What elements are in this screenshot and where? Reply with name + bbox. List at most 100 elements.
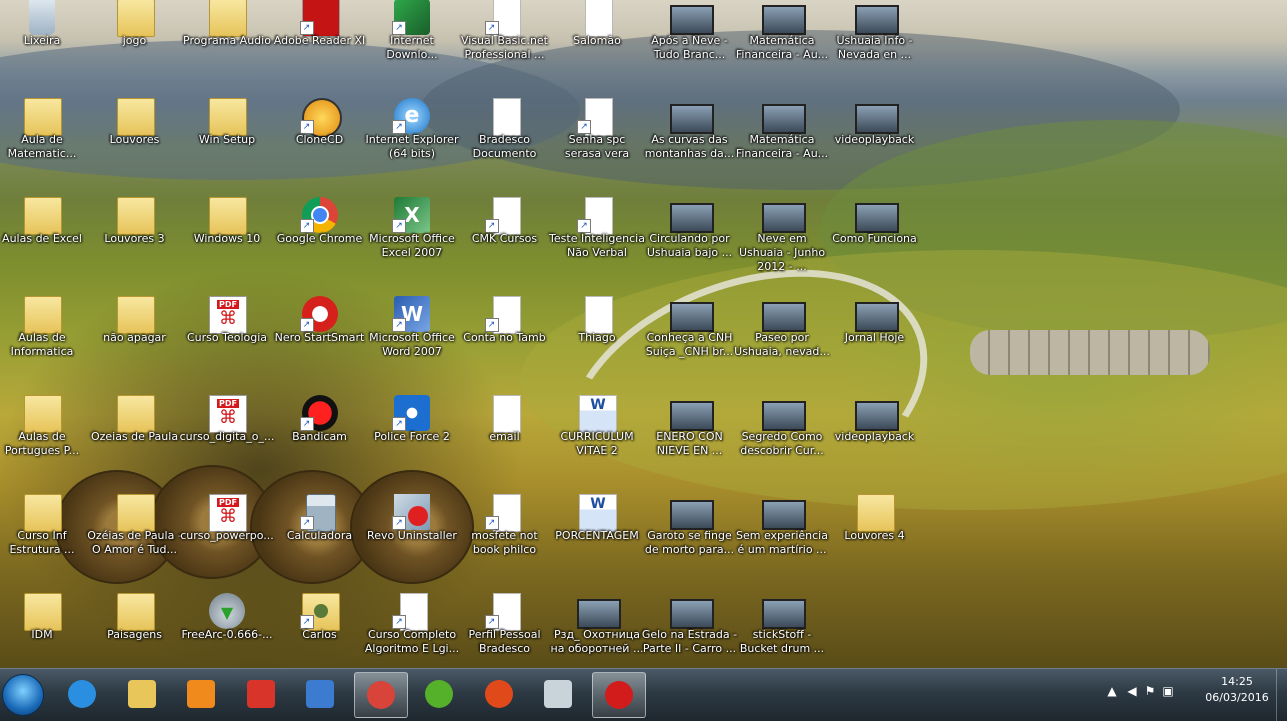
desktop-icon[interactable]: Jornal Hoje <box>827 294 923 390</box>
desktop-icon[interactable]: videoplayback <box>827 393 923 489</box>
folder-icon <box>127 680 156 708</box>
desktop-icon[interactable]: Ushuaia Info - Nevada en ... <box>827 0 923 93</box>
desktop-icon[interactable]: W ↗ Microsoft Office Word 2007 <box>364 294 460 390</box>
desktop-icon[interactable]: W PORCENTAGEM <box>549 492 645 588</box>
desktop-icon[interactable]: Garoto se finge de morto para... <box>642 492 738 588</box>
desktop-icon[interactable]: Lixeira <box>0 0 90 93</box>
taskbar-app[interactable] <box>294 672 346 716</box>
desktop-icon[interactable]: ↗ Nero StartSmart <box>272 294 368 390</box>
desktop-icon[interactable]: Windows 10 <box>179 195 275 291</box>
desktop-icon[interactable]: ↗ Internet Downlo... <box>364 0 460 93</box>
desktop-icon-label: Carlos <box>302 628 337 641</box>
desktop-icon[interactable]: Aulas de Informatica <box>0 294 90 390</box>
desktop-icon[interactable]: email <box>457 393 553 489</box>
desktop-icon[interactable]: Thiago <box>549 294 645 390</box>
desktop-icon[interactable]: jogo <box>87 0 183 93</box>
clock-time[interactable]: 14:25 <box>1197 675 1277 688</box>
desktop-icon[interactable]: PDF ⌘ curso_digita_o_... <box>179 393 275 489</box>
desktop-icon[interactable]: As curvas das montanhas da... <box>642 96 738 192</box>
desktop-icon[interactable]: stickStoff - Bucket drum ... <box>734 591 830 668</box>
taskbar-ccleaner[interactable] <box>235 672 287 716</box>
desktop-icon[interactable]: Gelo na Estrada - Parte II - Carro ... <box>642 591 738 668</box>
taskbar-bandicam[interactable] <box>591 672 646 718</box>
desktop-icon-label: Calculadora <box>286 529 353 542</box>
desktop-icon[interactable]: Рзд_ Охотница на оборотней ... <box>549 591 645 668</box>
desktop-icon[interactable]: Paisagens <box>87 591 183 668</box>
desktop-icon[interactable]: videoplayback <box>827 96 923 192</box>
desktop-icon[interactable]: ↗ Police Force 2 <box>364 393 460 489</box>
taskbar-media-player[interactable] <box>175 672 227 716</box>
desktop-icon-label: Windows 10 <box>193 232 261 245</box>
desktop-icon[interactable]: Aulas de Portugues P... <box>0 393 90 489</box>
shortcut-arrow-icon: ↗ <box>299 417 314 431</box>
desktop-icon[interactable]: Sem experiência é um martírio ... <box>734 492 830 588</box>
action-center-flag-icon[interactable]: ⚑ <box>1143 684 1157 698</box>
desktop-icon-label: Microsoft Office Excel 2007 <box>369 232 455 259</box>
video-icon <box>669 5 714 35</box>
document-icon <box>585 0 613 37</box>
desktop-icon[interactable]: Paseo por Ushuaia, nevad... <box>734 294 830 390</box>
taskbar-chrome[interactable] <box>353 672 408 718</box>
desktop-icon[interactable]: ↗ Adobe Reader XI <box>272 0 368 93</box>
folder-icon <box>116 197 155 235</box>
desktop-icon[interactable]: Neve em Ushuaia - Junho 2012 - ... <box>734 195 830 291</box>
clock-date[interactable]: 06/03/2016 <box>1197 691 1277 704</box>
desktop-icon[interactable]: Bradesco Documento <box>457 96 553 192</box>
desktop-icon-label: Visual Basic.net Professional ... <box>460 34 548 61</box>
desktop-icon[interactable]: Curso Inf Estrutura ... <box>0 492 90 588</box>
windows-start-icon[interactable] <box>2 674 44 716</box>
desktop-icon[interactable]: Programa Audio <box>179 0 275 93</box>
desktop-icon[interactable]: ↗ Calculadora <box>272 492 368 588</box>
desktop-icon[interactable]: ▼ FreeArc-0.666-... <box>179 591 275 668</box>
desktop-icon[interactable]: Segredo Como descobrir Cur... <box>734 393 830 489</box>
volume-icon[interactable]: ◀ <box>1125 684 1139 698</box>
desktop-icon[interactable]: Ozeias de Paula <box>87 393 183 489</box>
desktop-icon[interactable]: ↗ Teste Inteligencia Não Verbal <box>549 195 645 291</box>
desktop-icon[interactable]: W CURRICULUM VITAE 2 <box>549 393 645 489</box>
desktop-icon[interactable]: Conheça a CNH Suiça _CNH br... <box>642 294 738 390</box>
show-hidden-icons-icon[interactable]: ▲ <box>1105 684 1119 698</box>
desktop-icon[interactable]: ↗ Conta no Tamb <box>457 294 553 390</box>
desktop-icon[interactable]: ↗ Bandicam <box>272 393 368 489</box>
taskbar-truck-app[interactable] <box>532 672 584 716</box>
desktop-icon[interactable]: PDF ⌘ curso_powerpo... <box>179 492 275 588</box>
desktop-icon[interactable]: Aulas de Excel <box>0 195 90 291</box>
desktop-icon[interactable]: ↗ Google Chrome <box>272 195 368 291</box>
taskbar-file-explorer[interactable] <box>116 672 168 716</box>
desktop-icon[interactable]: ↗ CloneCD <box>272 96 368 192</box>
desktop-icon[interactable]: ↗ Perfil Pessoal Bradesco <box>457 591 553 668</box>
taskbar-internet-explorer[interactable] <box>56 672 108 716</box>
desktop-icon-label: Louvores <box>109 133 160 146</box>
desktop-icon[interactable]: Matemática Financeira - Au... <box>734 0 830 93</box>
desktop-icon[interactable]: X ↗ Microsoft Office Excel 2007 <box>364 195 460 291</box>
desktop-icon[interactable]: Após a Neve - Tudo Branc... <box>642 0 738 93</box>
desktop-icon[interactable]: ↗ Curso Completo Algoritmo E Lgi... <box>364 591 460 668</box>
folder-icon <box>24 593 62 631</box>
desktop-icon[interactable]: PDF ⌘ Curso Teologia <box>179 294 275 390</box>
show-desktop-button[interactable] <box>1276 669 1287 721</box>
desktop-icon[interactable]: ENERO CON NIEVE EN ... <box>642 393 738 489</box>
desktop-icon[interactable]: Aula de Matematic... <box>0 96 90 192</box>
taskbar-flash-app[interactable] <box>473 672 525 716</box>
desktop-icon[interactable]: não apagar <box>87 294 183 390</box>
pdf-icon: PDF ⌘ <box>209 395 247 433</box>
desktop-icon[interactable]: ↗ Carlos <box>272 591 368 668</box>
desktop-icon[interactable]: e ↗ Internet Explorer (64 bits) <box>364 96 460 192</box>
desktop-icon[interactable]: Como Funciona <box>827 195 923 291</box>
network-icon[interactable]: ▣ <box>1161 684 1175 698</box>
desktop-icon[interactable]: IDM <box>0 591 90 668</box>
desktop-icon[interactable]: Circulando por Ushuaia bajo ... <box>642 195 738 291</box>
desktop-icon[interactable]: ↗ Revo Uninstaller <box>364 492 460 588</box>
desktop-icon[interactable]: ↗ Senha spc serasa vera <box>549 96 645 192</box>
desktop-icon[interactable]: Matemática Financeira - Au... <box>734 96 830 192</box>
desktop-icon[interactable]: Ozéias de Paula - O Amor é Tud... <box>87 492 183 588</box>
desktop-icon[interactable]: Louvores 4 <box>827 492 923 588</box>
desktop-icon[interactable]: Louvores 3 <box>87 195 183 291</box>
desktop-icon[interactable]: Louvores <box>87 96 183 192</box>
desktop-icon[interactable]: ↗ CMK Cursos <box>457 195 553 291</box>
desktop-icon[interactable]: ↗ mosfete not book philco <box>457 492 553 588</box>
desktop-icon[interactable]: ↗ Visual Basic.net Professional ... <box>457 0 553 93</box>
desktop-icon[interactable]: Win Setup <box>179 96 275 192</box>
desktop-icon[interactable]: Salomão <box>549 0 645 93</box>
taskbar-utorrent[interactable] <box>413 672 465 716</box>
